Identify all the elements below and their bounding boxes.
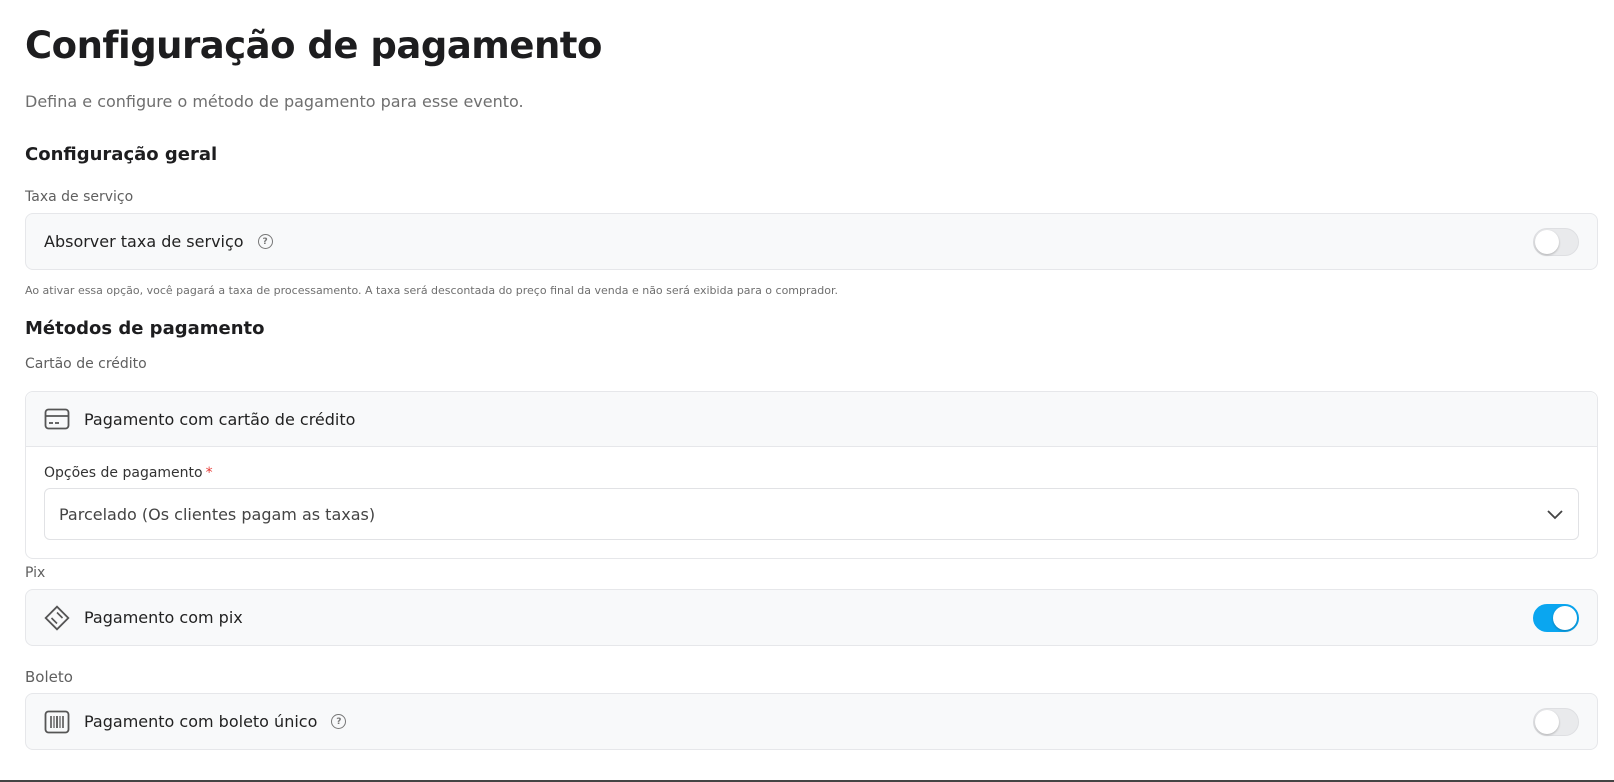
payment-options-label: Opções de pagamento *	[44, 465, 213, 481]
chevron-down-icon	[1546, 505, 1564, 524]
payment-options-select[interactable]: Parcelado (Os clientes pagam as taxas)	[44, 488, 1579, 540]
payment-options-label-text: Opções de pagamento	[44, 465, 203, 481]
help-icon[interactable]: ?	[331, 714, 347, 729]
general-section-title: Configuração geral	[25, 144, 218, 165]
absorb-fee-label: Absorver taxa de serviço	[44, 232, 244, 251]
barcode-icon	[44, 709, 70, 735]
pix-title: Pagamento com pix	[84, 608, 243, 627]
toggle-knob	[1553, 605, 1577, 630]
toggle-knob	[1535, 709, 1559, 734]
boleto-toggle[interactable]	[1533, 707, 1579, 736]
boleto-card: Pagamento com boleto único ?	[25, 693, 1598, 750]
toggle-knob	[1535, 229, 1559, 254]
help-icon[interactable]: ?	[257, 234, 273, 249]
pix-toggle[interactable]	[1533, 603, 1579, 632]
payment-options-value: Parcelado (Os clientes pagam as taxas)	[59, 504, 376, 524]
page-subtitle: Defina e configure o método de pagamento…	[25, 92, 524, 111]
absorb-fee-toggle[interactable]	[1533, 227, 1579, 256]
credit-card-icon	[44, 406, 70, 432]
absorb-fee-card: Absorver taxa de serviço ?	[25, 213, 1598, 270]
page-title: Configuração de pagamento	[25, 24, 602, 67]
pix-group-label: Pix	[25, 565, 46, 581]
boleto-group-label: Boleto	[25, 668, 73, 686]
pix-card: Pagamento com pix	[25, 589, 1598, 646]
credit-card-title: Pagamento com cartão de crédito	[84, 409, 356, 429]
methods-section-title: Métodos de pagamento	[25, 318, 265, 339]
service-fee-label: Taxa de serviço	[25, 189, 134, 205]
required-mark: *	[205, 465, 213, 481]
absorb-fee-hint: Ao ativar essa opção, você pagará a taxa…	[25, 284, 838, 297]
pix-icon	[44, 604, 70, 631]
boleto-title: Pagamento com boleto único	[84, 712, 318, 731]
credit-card-group-label: Cartão de crédito	[25, 356, 147, 372]
credit-card-card: Pagamento com cartão de crédito Opções d…	[25, 391, 1598, 559]
